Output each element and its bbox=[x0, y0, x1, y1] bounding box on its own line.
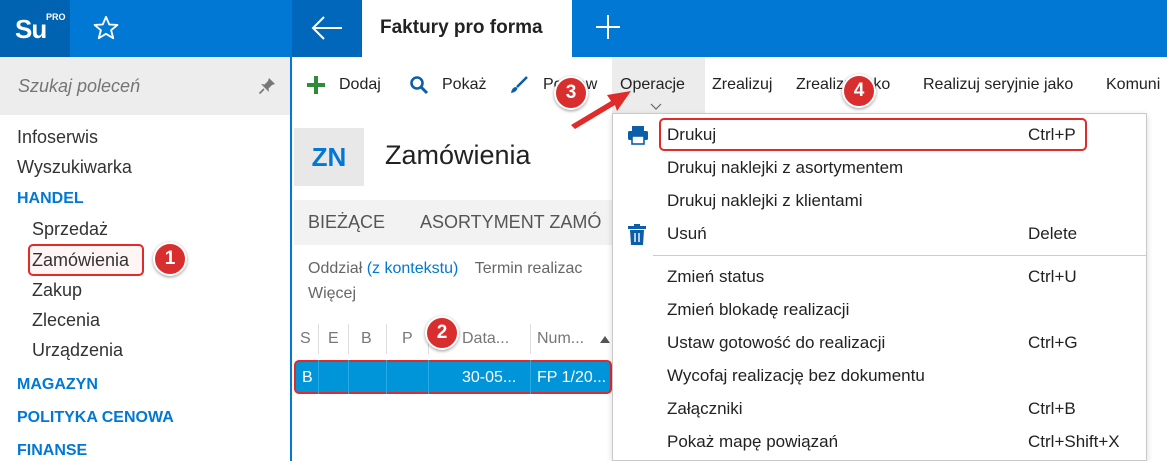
menu-item-relations-map[interactable]: Pokaż mapę powiązań Ctrl+Shift+X bbox=[613, 425, 1146, 458]
right-edge bbox=[1147, 115, 1167, 461]
column-header-b[interactable]: B bbox=[361, 330, 372, 348]
menu-separator bbox=[653, 255, 1146, 256]
tab-faktury-pro-forma[interactable]: Faktury pro forma bbox=[362, 0, 572, 57]
sidebar-section-polityka-cenowa[interactable]: POLITYKA CENOWA bbox=[17, 409, 174, 427]
print-highlight bbox=[659, 118, 1087, 151]
logo-sup: PRO bbox=[46, 12, 66, 22]
menu-item-change-lock[interactable]: Zmień blokadę realizacji bbox=[613, 293, 1146, 326]
menu-item-shortcut: Ctrl+B bbox=[1028, 399, 1076, 418]
top-bar: Su PRO Faktury pro forma bbox=[0, 0, 1167, 57]
menu-item-label: Załączniki bbox=[667, 399, 743, 418]
filter-term-label[interactable]: Termin realizac bbox=[475, 260, 583, 277]
menu-item-label: Usuń bbox=[667, 224, 707, 243]
cell-date: 30-05... bbox=[462, 369, 517, 386]
toolbar: Dodaj Pokaż Popraw Operacje Zrealizuj Zr… bbox=[294, 57, 1167, 115]
sidebar-section-finanse[interactable]: FINANSE bbox=[17, 442, 87, 460]
search-icon bbox=[410, 76, 429, 95]
menu-item-label: Wycofaj realizację bez dokumentu bbox=[667, 366, 925, 385]
menu-item-delete[interactable]: Usuń Delete bbox=[613, 217, 1146, 250]
page-title: Zamówienia bbox=[385, 140, 531, 170]
menu-item-label: Drukuj naklejki z klientami bbox=[667, 191, 863, 210]
realize-series-button[interactable]: Realizuj seryjnie jako bbox=[923, 57, 1073, 115]
menu-item-label: Zmień status bbox=[667, 267, 765, 286]
menu-item-print-labels-products[interactable]: Drukuj naklejki z asortymentem bbox=[613, 151, 1146, 184]
trash-icon bbox=[628, 224, 646, 245]
search-input[interactable] bbox=[0, 57, 240, 115]
logo-text: Su bbox=[15, 14, 47, 44]
plus-icon[interactable] bbox=[594, 13, 622, 41]
cell-number: FP 1/20... bbox=[537, 369, 607, 386]
tab-biezace[interactable]: BIEŻĄCE bbox=[308, 212, 385, 233]
menu-item-shortcut: Ctrl+U bbox=[1028, 267, 1077, 286]
sidebar-item-urzadzenia[interactable]: Urządzenia bbox=[32, 340, 123, 361]
sidebar-item-zakup[interactable]: Zakup bbox=[32, 280, 82, 301]
column-header-p[interactable]: P bbox=[402, 330, 413, 348]
sidebar-item-infoserwis[interactable]: Infoserwis bbox=[17, 127, 98, 148]
sort-asc-icon bbox=[600, 336, 610, 343]
cell-divider bbox=[428, 360, 429, 394]
menu-item-label: Ustaw gotowość do realizacji bbox=[667, 333, 886, 352]
step-badge-2: 2 bbox=[425, 316, 459, 350]
tab-label: Faktury pro forma bbox=[380, 17, 543, 38]
menu-item-attachments[interactable]: Załączniki Ctrl+B bbox=[613, 392, 1146, 425]
column-divider bbox=[386, 324, 387, 354]
more-filters-link[interactable]: Więcej bbox=[308, 285, 356, 303]
tab-asortyment[interactable]: ASORTYMENT ZAMÓ bbox=[420, 212, 601, 233]
step-badge-1: 1 bbox=[153, 242, 187, 276]
column-header-number[interactable]: Num... bbox=[537, 330, 584, 348]
column-divider bbox=[348, 324, 349, 354]
sidebar-item-zlecenia[interactable]: Zlecenia bbox=[32, 310, 100, 331]
filter-row: Oddział (z kontekstu) Termin realizac bbox=[308, 260, 582, 278]
chevron-down-icon bbox=[650, 103, 662, 110]
module-badge: ZN bbox=[294, 128, 364, 186]
add-button[interactable]: Dodaj bbox=[339, 57, 381, 115]
sidebar-item-sprzedaz[interactable]: Sprzedaż bbox=[32, 219, 108, 240]
menu-item-change-status[interactable]: Zmień status Ctrl+U bbox=[613, 260, 1146, 293]
cell-divider bbox=[318, 360, 319, 394]
operations-dropdown: Drukuj Ctrl+P Drukuj naklejki z asortyme… bbox=[612, 113, 1147, 461]
cell-divider bbox=[386, 360, 387, 394]
menu-item-shortcut: Ctrl+Shift+X bbox=[1028, 432, 1120, 451]
menu-item-print-labels-clients[interactable]: Drukuj naklejki z klientami bbox=[613, 184, 1146, 217]
menu-item-set-ready[interactable]: Ustaw gotowość do realizacji Ctrl+G bbox=[613, 326, 1146, 359]
column-header-e[interactable]: E bbox=[328, 330, 339, 348]
filter-branch-link[interactable]: (z kontekstu) bbox=[367, 260, 459, 277]
back-button[interactable] bbox=[292, 0, 362, 57]
menu-item-label: Zmień blokadę realizacji bbox=[667, 300, 850, 319]
column-divider bbox=[318, 324, 319, 354]
brush-icon bbox=[511, 76, 528, 93]
show-button[interactable]: Pokaż bbox=[442, 57, 486, 115]
menu-item-withdraw-realization[interactable]: Wycofaj realizację bez dokumentu bbox=[613, 359, 1146, 392]
menu-item-shortcut: Ctrl+G bbox=[1028, 333, 1078, 352]
filter-label: Oddział bbox=[308, 260, 363, 277]
menu-item-label: Drukuj naklejki z asortymentem bbox=[667, 158, 904, 177]
star-icon[interactable] bbox=[92, 14, 120, 42]
menu-item-label: Pokaż mapę powiązań bbox=[667, 432, 839, 451]
app-logo[interactable]: Su PRO bbox=[0, 0, 70, 57]
cell-divider bbox=[348, 360, 349, 394]
command-search bbox=[0, 57, 290, 115]
menu-item-shortcut: Delete bbox=[1028, 224, 1078, 243]
sidebar-section-handel[interactable]: HANDEL bbox=[17, 190, 84, 208]
column-header-date[interactable]: Data... bbox=[462, 330, 509, 348]
step-badge-3: 3 bbox=[554, 76, 588, 110]
arrow-left-icon bbox=[311, 16, 342, 40]
plus-icon bbox=[307, 76, 325, 94]
column-divider bbox=[530, 324, 531, 354]
sidebar-section-magazyn[interactable]: MAGAZYN bbox=[17, 376, 98, 394]
step-badge-4: 4 bbox=[842, 74, 876, 108]
sidebar-item-wyszukiwarka[interactable]: Wyszukiwarka bbox=[17, 157, 132, 178]
cell-divider bbox=[530, 360, 531, 394]
sidebar-item-zamowienia[interactable]: Zamówienia bbox=[32, 250, 129, 271]
cell-status: B bbox=[302, 369, 313, 386]
column-header-s[interactable]: S bbox=[300, 330, 311, 348]
communication-button[interactable]: Komuni bbox=[1106, 57, 1160, 115]
realize-button[interactable]: Zrealizuj bbox=[712, 57, 772, 115]
pin-icon[interactable] bbox=[258, 77, 276, 95]
